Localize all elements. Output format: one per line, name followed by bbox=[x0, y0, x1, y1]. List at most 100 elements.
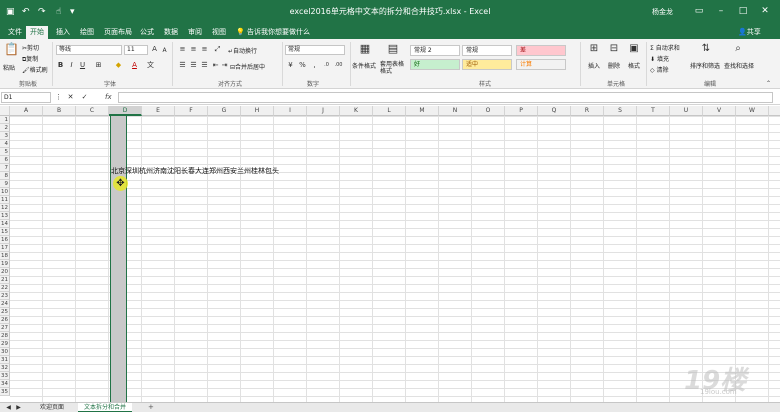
phonetic-icon[interactable]: 文 bbox=[146, 61, 155, 70]
share-button[interactable]: 👤共享 bbox=[738, 27, 761, 37]
row-header[interactable]: 4 bbox=[0, 140, 10, 148]
row-header[interactable]: 28 bbox=[0, 332, 10, 340]
tab-page-layout[interactable]: 页面布局 bbox=[100, 26, 136, 39]
cell-style-option[interactable]: 适中 bbox=[462, 59, 512, 70]
scroll-left-icon[interactable]: ◀ bbox=[4, 403, 13, 412]
font-shrink-icon[interactable]: A bbox=[160, 46, 169, 55]
row-header[interactable]: 27 bbox=[0, 324, 10, 332]
row-header[interactable]: 24 bbox=[0, 300, 10, 308]
font-color-icon[interactable]: A bbox=[130, 61, 139, 70]
sort-filter-button[interactable]: 排序和筛选 bbox=[690, 61, 720, 70]
format-cells-icon[interactable]: ▣ bbox=[628, 44, 640, 56]
column-header-f[interactable]: F bbox=[175, 106, 208, 116]
find-select-button[interactable]: 查找和选择 bbox=[724, 61, 754, 70]
column-header-w[interactable]: W bbox=[736, 106, 769, 116]
orientation-icon[interactable]: ⤢ bbox=[213, 45, 222, 54]
tab-data[interactable]: 数据 bbox=[160, 26, 182, 39]
row-header[interactable]: 34 bbox=[0, 380, 10, 388]
maximize-icon[interactable]: □ bbox=[736, 4, 750, 18]
column-header-c[interactable]: C bbox=[76, 106, 109, 116]
cell-style-option[interactable]: 差 bbox=[516, 45, 566, 56]
sort-filter-icon[interactable]: ⇅ bbox=[700, 44, 712, 56]
row-header[interactable]: 26 bbox=[0, 316, 10, 324]
selected-column-d[interactable] bbox=[110, 116, 127, 402]
insert-function-button[interactable]: fx bbox=[105, 93, 112, 101]
enter-icon[interactable]: ✓ bbox=[80, 93, 89, 102]
format-cells-button[interactable]: 格式 bbox=[628, 61, 640, 70]
tab-home[interactable]: 开始 bbox=[26, 26, 48, 39]
cancel-icon[interactable]: ✕ bbox=[66, 93, 75, 102]
tab-view[interactable]: 视图 bbox=[208, 26, 230, 39]
row-header[interactable]: 12 bbox=[0, 204, 10, 212]
ribbon-display-icon[interactable]: ▭ bbox=[692, 4, 706, 18]
row-header[interactable]: 10 bbox=[0, 188, 10, 196]
italic-button[interactable]: I bbox=[67, 61, 76, 70]
row-header[interactable]: 22 bbox=[0, 284, 10, 292]
column-header-j[interactable]: J bbox=[307, 106, 340, 116]
delete-cells-button[interactable]: 删除 bbox=[608, 61, 620, 70]
cell-style-option[interactable]: 常规 2 bbox=[410, 45, 460, 56]
fill-button[interactable]: ⬇ 填充 bbox=[650, 54, 669, 63]
row-header[interactable]: 18 bbox=[0, 252, 10, 260]
bold-button[interactable]: B bbox=[56, 61, 65, 70]
fill-color-icon[interactable]: ◆ bbox=[114, 61, 123, 70]
row-header[interactable]: 17 bbox=[0, 244, 10, 252]
currency-icon[interactable]: ¥ bbox=[286, 61, 295, 70]
conditional-format-button[interactable]: 条件格式 bbox=[352, 61, 376, 70]
insert-cells-button[interactable]: 插入 bbox=[588, 61, 600, 70]
conditional-format-icon[interactable]: ▦ bbox=[358, 43, 372, 58]
row-header[interactable]: 29 bbox=[0, 340, 10, 348]
decrease-indent-icon[interactable]: ⇤ bbox=[211, 61, 220, 70]
user-name[interactable]: 杨金龙 bbox=[652, 7, 673, 17]
align-bottom-icon[interactable]: ≡ bbox=[200, 45, 209, 54]
row-header[interactable]: 21 bbox=[0, 276, 10, 284]
formula-input[interactable] bbox=[118, 92, 773, 103]
merge-center-button[interactable]: ⊟合并后居中 bbox=[230, 62, 265, 71]
column-header-s[interactable]: S bbox=[604, 106, 637, 116]
more-icon[interactable]: ⋮ bbox=[54, 93, 63, 102]
comma-icon[interactable]: , bbox=[310, 61, 319, 70]
row-header[interactable]: 6 bbox=[0, 156, 10, 164]
row-header[interactable]: 13 bbox=[0, 212, 10, 220]
number-format-select[interactable]: 常规 bbox=[285, 45, 345, 55]
row-header[interactable]: 1 bbox=[0, 116, 10, 124]
column-header-i[interactable]: I bbox=[274, 106, 307, 116]
sheet-tab-welcome[interactable]: 欢迎页面 bbox=[34, 403, 70, 412]
minimize-icon[interactable]: – bbox=[714, 4, 728, 18]
align-center-icon[interactable]: ☰ bbox=[189, 61, 198, 70]
row-header[interactable]: 7 bbox=[0, 164, 10, 172]
column-header-m[interactable]: M bbox=[406, 106, 439, 116]
column-header-a[interactable]: A bbox=[10, 106, 43, 116]
row-header[interactable]: 32 bbox=[0, 364, 10, 372]
cell-style-option[interactable]: 常规 bbox=[462, 45, 512, 56]
format-painter-button[interactable]: 🖌格式刷 bbox=[22, 65, 48, 74]
column-header-k[interactable]: K bbox=[340, 106, 373, 116]
column-header-x[interactable]: X bbox=[769, 106, 780, 116]
increase-indent-icon[interactable]: ⇥ bbox=[220, 61, 229, 70]
autosum-button[interactable]: Σ 自动求和 bbox=[650, 43, 680, 52]
underline-button[interactable]: U bbox=[78, 61, 87, 70]
wrap-text-button[interactable]: ↵自动换行 bbox=[228, 46, 257, 55]
column-header-q[interactable]: Q bbox=[538, 106, 571, 116]
percent-icon[interactable]: % bbox=[298, 61, 307, 70]
tab-review[interactable]: 审阅 bbox=[184, 26, 206, 39]
tab-file[interactable]: 文件 bbox=[4, 26, 26, 39]
insert-cells-icon[interactable]: ⊞ bbox=[588, 44, 600, 56]
paste-button[interactable]: 粘贴 bbox=[3, 63, 15, 72]
row-header[interactable]: 16 bbox=[0, 236, 10, 244]
find-select-icon[interactable]: ⌕ bbox=[732, 44, 744, 56]
row-header[interactable]: 15 bbox=[0, 228, 10, 236]
cut-button[interactable]: ✂剪切 bbox=[22, 43, 39, 52]
row-header[interactable]: 5 bbox=[0, 148, 10, 156]
border-icon[interactable]: ⊞ bbox=[94, 61, 103, 70]
tell-me-box[interactable]: 💡 告诉我你想要做什么 bbox=[236, 27, 310, 37]
column-header-r[interactable]: R bbox=[571, 106, 604, 116]
font-size-select[interactable]: 11 bbox=[124, 45, 148, 55]
column-header-g[interactable]: G bbox=[208, 106, 241, 116]
clear-button[interactable]: ◇ 清除 bbox=[650, 65, 669, 74]
increase-decimal-icon[interactable]: .0 bbox=[322, 61, 331, 70]
row-header[interactable]: 3 bbox=[0, 132, 10, 140]
row-header[interactable]: 23 bbox=[0, 292, 10, 300]
column-header-l[interactable]: L bbox=[373, 106, 406, 116]
column-header-o[interactable]: O bbox=[472, 106, 505, 116]
